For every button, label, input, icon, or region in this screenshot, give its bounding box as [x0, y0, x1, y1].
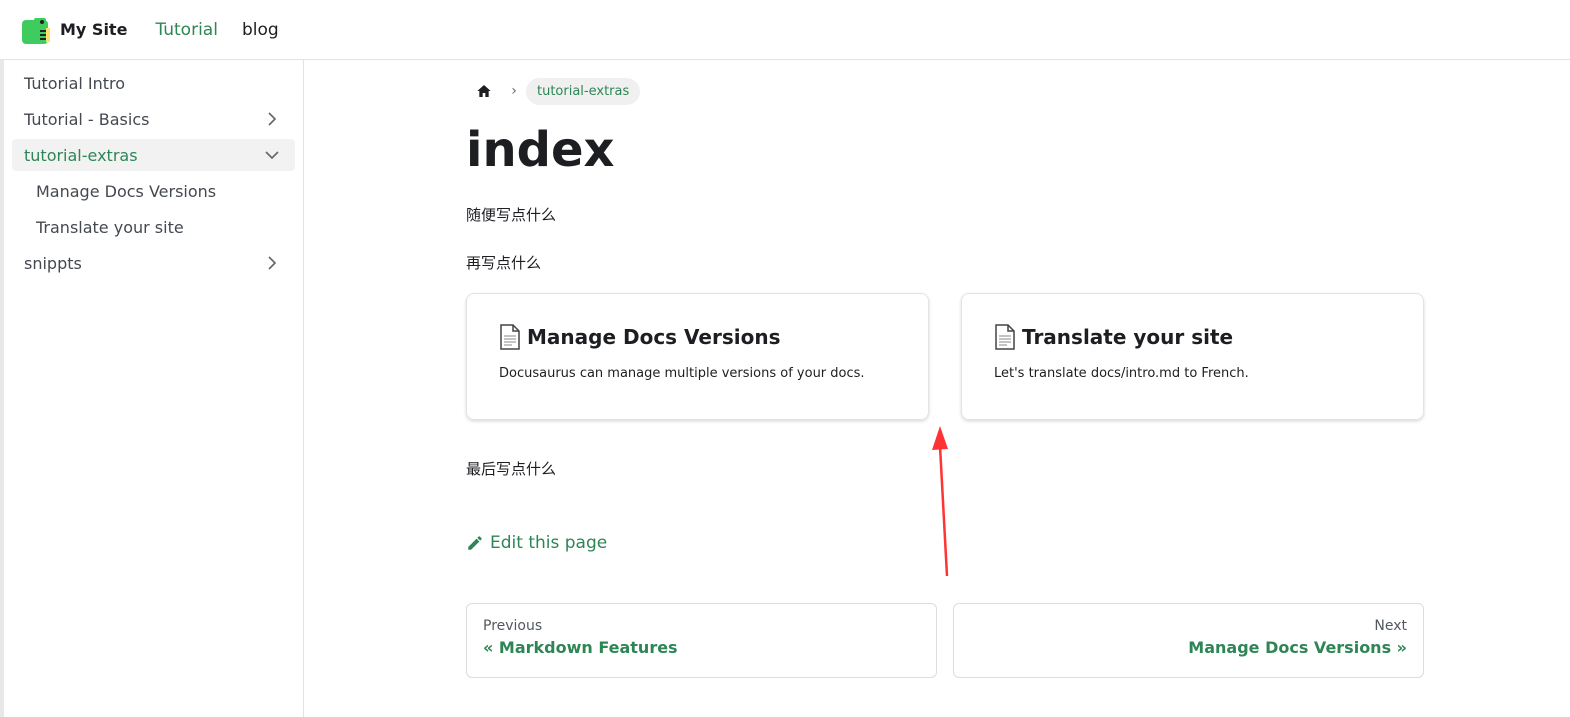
document-icon: [995, 324, 1015, 350]
doc-paginator: Previous « Markdown Features Next Manage…: [466, 603, 1424, 678]
pager-sublabel: Next: [1374, 618, 1407, 634]
main-content: › tutorial-extras index 随便写点什么 再写点什么 Man…: [466, 60, 1424, 678]
nav-link-tutorial[interactable]: Tutorial: [155, 20, 218, 40]
sidebar: Tutorial Intro Tutorial - Basics tutoria…: [0, 60, 304, 717]
brand-link[interactable]: My Site: [20, 14, 155, 46]
chevron-right-icon[interactable]: [261, 252, 283, 274]
red-arrow-annotation: [932, 426, 949, 577]
breadcrumb: › tutorial-extras: [466, 76, 1424, 106]
doc-card-translate-your-site[interactable]: Translate your site Let's translate docs…: [961, 293, 1424, 420]
doc-card-list: Manage Docs Versions Docusaurus can mana…: [466, 293, 1424, 420]
doc-card-manage-docs-versions[interactable]: Manage Docs Versions Docusaurus can mana…: [466, 293, 929, 420]
previous-page-link[interactable]: Previous « Markdown Features: [466, 603, 937, 678]
nav-link-blog[interactable]: blog: [242, 20, 279, 40]
dinosaur-logo-icon: [22, 17, 50, 44]
sidebar-item-snippts[interactable]: snippts: [12, 247, 295, 279]
card-title: Manage Docs Versions: [499, 324, 896, 350]
card-title: Translate your site: [994, 324, 1391, 350]
edit-link-label: Edit this page: [490, 533, 608, 553]
chevron-down-icon[interactable]: [261, 144, 283, 166]
card-description: Let's translate docs/intro.md to French.: [994, 366, 1249, 381]
breadcrumb-separator: ›: [511, 83, 517, 99]
card-title-text: Manage Docs Versions: [527, 325, 781, 349]
sidebar-item-label: snippts: [24, 253, 82, 273]
document-icon: [500, 324, 520, 350]
navbar: My Site Tutorial blog: [0, 0, 1570, 60]
paragraph-2: 再写点什么: [466, 254, 542, 272]
pencil-icon: [468, 536, 482, 550]
card-description: Docusaurus can manage multiple versions …: [499, 366, 865, 381]
pager-sublabel: Previous: [483, 618, 543, 634]
next-page-link[interactable]: Next Manage Docs Versions »: [953, 603, 1424, 678]
card-title-text: Translate your site: [1022, 325, 1234, 349]
sidebar-item-label: Tutorial - Basics: [24, 109, 150, 129]
sidebar-item-translate-your-site[interactable]: Translate your site: [12, 211, 295, 243]
pager-label: Manage Docs Versions »: [1188, 638, 1407, 657]
paragraph-1: 随便写点什么: [466, 206, 557, 224]
sidebar-item-label: Manage Docs Versions: [36, 181, 217, 201]
page-title: index: [466, 122, 615, 178]
breadcrumb-current: tutorial-extras: [526, 77, 641, 105]
sidebar-item-tutorial-intro[interactable]: Tutorial Intro: [12, 67, 295, 99]
pager-label: « Markdown Features: [483, 638, 678, 657]
sidebar-item-manage-docs-versions[interactable]: Manage Docs Versions: [12, 175, 295, 207]
sidebar-item-label: Translate your site: [36, 217, 184, 237]
sidebar-item-label: tutorial-extras: [24, 145, 138, 165]
sidebar-item-label: Tutorial Intro: [24, 73, 126, 93]
sidebar-item-tutorial-basics[interactable]: Tutorial - Basics: [12, 103, 295, 135]
sidebar-item-tutorial-extras[interactable]: tutorial-extras: [12, 139, 295, 171]
chevron-right-icon[interactable]: [261, 108, 283, 130]
site-title: My Site: [60, 20, 128, 39]
home-icon[interactable]: [466, 76, 502, 106]
